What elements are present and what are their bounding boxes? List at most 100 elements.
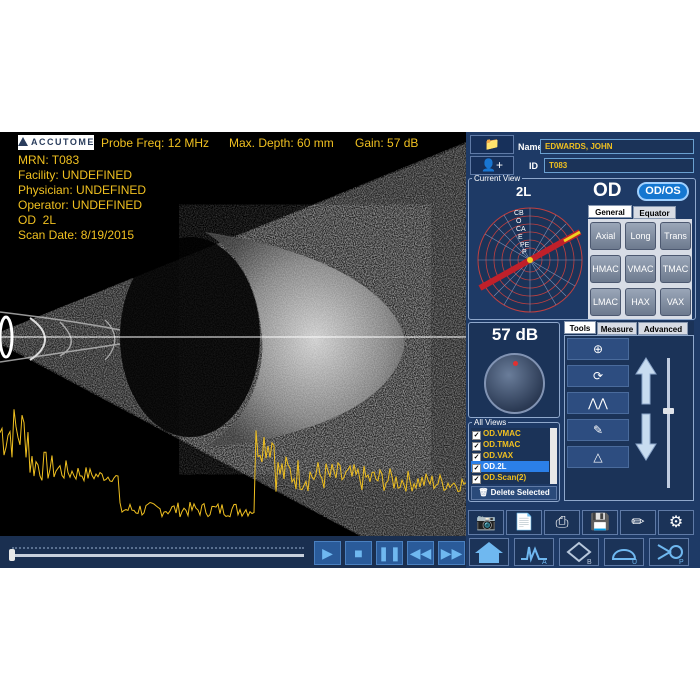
tools-panel: Tools Measure Advanced ⊕ ⟳ ⋀⋀ ✎ △ — [564, 321, 694, 501]
view-vax-button[interactable]: VAX — [660, 288, 691, 316]
zoom-reset-button[interactable]: ⟳ — [567, 365, 629, 387]
operator-text: Operator: UNDEFINED — [18, 198, 143, 212]
camera-icon: 📷 — [476, 514, 496, 531]
svg-text:A: A — [542, 559, 547, 565]
add-user-icon: 👤+ — [481, 158, 503, 172]
list-item[interactable]: ✓ OD.VMAC — [471, 428, 549, 440]
fast-forward-icon: ▶▶ — [440, 545, 463, 561]
contrast-slider-handle[interactable] — [663, 408, 674, 414]
view-hmac-button[interactable]: HMAC — [590, 255, 621, 283]
name-label: Name — [518, 142, 543, 152]
view-long-button[interactable]: Long — [625, 222, 656, 250]
eraser-icon: △ — [593, 450, 603, 464]
gain-knob-indicator — [513, 361, 518, 366]
settings-button[interactable]: ⚙ — [658, 510, 694, 535]
a-scan-mode-icon: A — [521, 546, 547, 566]
current-view-legend: Current View — [474, 174, 521, 183]
views-list[interactable]: ✓ OD.VMAC ✓ OD.TMAC ✓ OD.VAX ✓ OD.2L ✓ OD.Sca… — [471, 428, 557, 484]
add-patient-button[interactable]: 👤+ — [470, 156, 514, 175]
checkbox-icon[interactable]: ✓ — [472, 475, 481, 484]
svg-text:U: U — [632, 559, 637, 565]
zoom-in-icon: ⊕ — [592, 342, 604, 356]
delete-selected-button[interactable]: 🗑 Delete Selected — [471, 486, 557, 500]
tab-tools[interactable]: Tools — [564, 321, 596, 334]
pachymetry-mode-button[interactable]: P — [649, 538, 689, 566]
tab-general[interactable]: General — [588, 205, 632, 218]
gear-icon: ⚙ — [668, 514, 684, 531]
probe-frequency: Probe Freq: 12 MHz — [101, 136, 210, 150]
play-button[interactable]: ▶ — [314, 541, 341, 565]
view-lmac-button[interactable]: LMAC — [590, 288, 621, 316]
playback-slider[interactable] — [9, 547, 304, 561]
od-os-toggle-button[interactable]: OD/OS — [637, 182, 689, 201]
save-button[interactable]: 💾 — [582, 510, 618, 535]
probe-position-diagram[interactable]: CB O CA E PE P — [474, 202, 586, 314]
control-panel: 📁 Name EDWARDS, JOHN 👤+ ID T083 Current … — [466, 132, 700, 568]
eye-label: OD — [593, 180, 622, 201]
app-window: ACCUTOME Probe Freq: 12 MHz Max. Depth: … — [0, 132, 700, 568]
zoom-in-button[interactable]: ⊕ — [567, 338, 629, 360]
pachymetry-mode-icon: P — [657, 544, 684, 566]
list-item[interactable]: ✓ OD.VAX — [471, 450, 549, 462]
tools-content: ⊕ ⟳ ⋀⋀ ✎ △ — [564, 335, 694, 501]
all-views-content: ✓ OD.VMAC ✓ OD.TMAC ✓ OD.VAX ✓ OD.2L ✓ OD.Sca… — [468, 418, 560, 502]
clock-label-o: O — [516, 218, 522, 225]
fast-forward-button[interactable]: ▶▶ — [438, 541, 465, 565]
physician-text: Physician: UNDEFINED — [18, 183, 147, 197]
list-item[interactable]: ✓ OD.TMAC — [471, 439, 549, 451]
eye-probe-text: OD 2L — [18, 213, 57, 227]
scan-display[interactable]: ACCUTOME Probe Freq: 12 MHz Max. Depth: … — [0, 132, 466, 536]
gain-down-arrow-icon[interactable] — [635, 412, 657, 462]
scan-header: ACCUTOME Probe Freq: 12 MHz Max. Depth: … — [0, 132, 466, 154]
pencil-icon: ✏ — [631, 514, 645, 531]
patient-id-field[interactable]: T083 — [544, 158, 694, 173]
playback-bar: ▶ ■ ❚❚ ◀◀ ▶▶ — [0, 536, 466, 568]
playback-slider-handle[interactable] — [9, 549, 15, 561]
tab-equator[interactable]: Equator — [633, 206, 676, 219]
erase-button[interactable]: △ — [567, 446, 629, 468]
views-list-scrollbar[interactable] — [550, 428, 557, 484]
contrast-slider[interactable] — [663, 358, 674, 488]
print-button[interactable]: ⎙ — [544, 510, 580, 535]
stop-button[interactable]: ■ — [345, 541, 372, 565]
a-scan-toggle-button[interactable]: ⋀⋀ — [567, 392, 629, 414]
b-scan-mode-icon: B — [566, 541, 592, 566]
annotate-button[interactable]: ✎ — [567, 419, 629, 441]
clock-label-pe: PE — [520, 242, 530, 249]
view-trans-button[interactable]: Trans — [660, 222, 691, 250]
view-tmac-button[interactable]: TMAC — [660, 255, 691, 283]
view-vmac-button[interactable]: VMAC — [625, 255, 656, 283]
view-axial-button[interactable]: Axial — [590, 222, 621, 250]
tab-advanced[interactable]: Advanced — [638, 322, 688, 335]
pause-button[interactable]: ❚❚ — [376, 541, 403, 565]
view-hax-button[interactable]: HAX — [625, 288, 656, 316]
home-icon — [475, 542, 503, 563]
folder-icon: 📁 — [484, 137, 500, 151]
svg-text:B: B — [587, 559, 592, 565]
clock-label-ca: CA — [516, 226, 526, 233]
mrn-text: MRN: T083 — [18, 153, 80, 167]
waveform-icon: ⋀⋀ — [588, 396, 608, 410]
ubm-mode-icon: U — [611, 549, 637, 566]
zoom-reset-icon: ⟳ — [592, 369, 604, 383]
list-item[interactable]: ✓ OD.Scan(2) — [471, 472, 549, 484]
tab-measure[interactable]: Measure — [597, 322, 637, 335]
gain-up-arrow-icon[interactable] — [635, 356, 657, 406]
report-button[interactable]: 📄 — [506, 510, 542, 535]
list-item-selected[interactable]: ✓ OD.2L — [471, 461, 549, 473]
a-scan-mode-button[interactable]: A — [514, 538, 554, 566]
gain-knob[interactable] — [484, 353, 545, 414]
rewind-button[interactable]: ◀◀ — [407, 541, 434, 565]
edit-button[interactable]: ✏ — [620, 510, 656, 535]
home-button[interactable] — [469, 538, 509, 566]
stop-icon: ■ — [354, 545, 363, 561]
b-scan-mode-button[interactable]: B — [559, 538, 599, 566]
ubm-mode-button[interactable]: U — [604, 538, 644, 566]
open-folder-button[interactable]: 📁 — [470, 135, 514, 154]
scan-info: MRN: T083 Facility: UNDEFINED Physician:… — [18, 153, 146, 243]
gain-control: 57 dB — [468, 322, 560, 418]
save-icon: 💾 — [590, 514, 610, 531]
capture-button[interactable]: 📷 — [468, 510, 504, 535]
gain-value: 57 dB — [491, 325, 539, 344]
patient-name-field[interactable]: EDWARDS, JOHN — [540, 139, 694, 154]
